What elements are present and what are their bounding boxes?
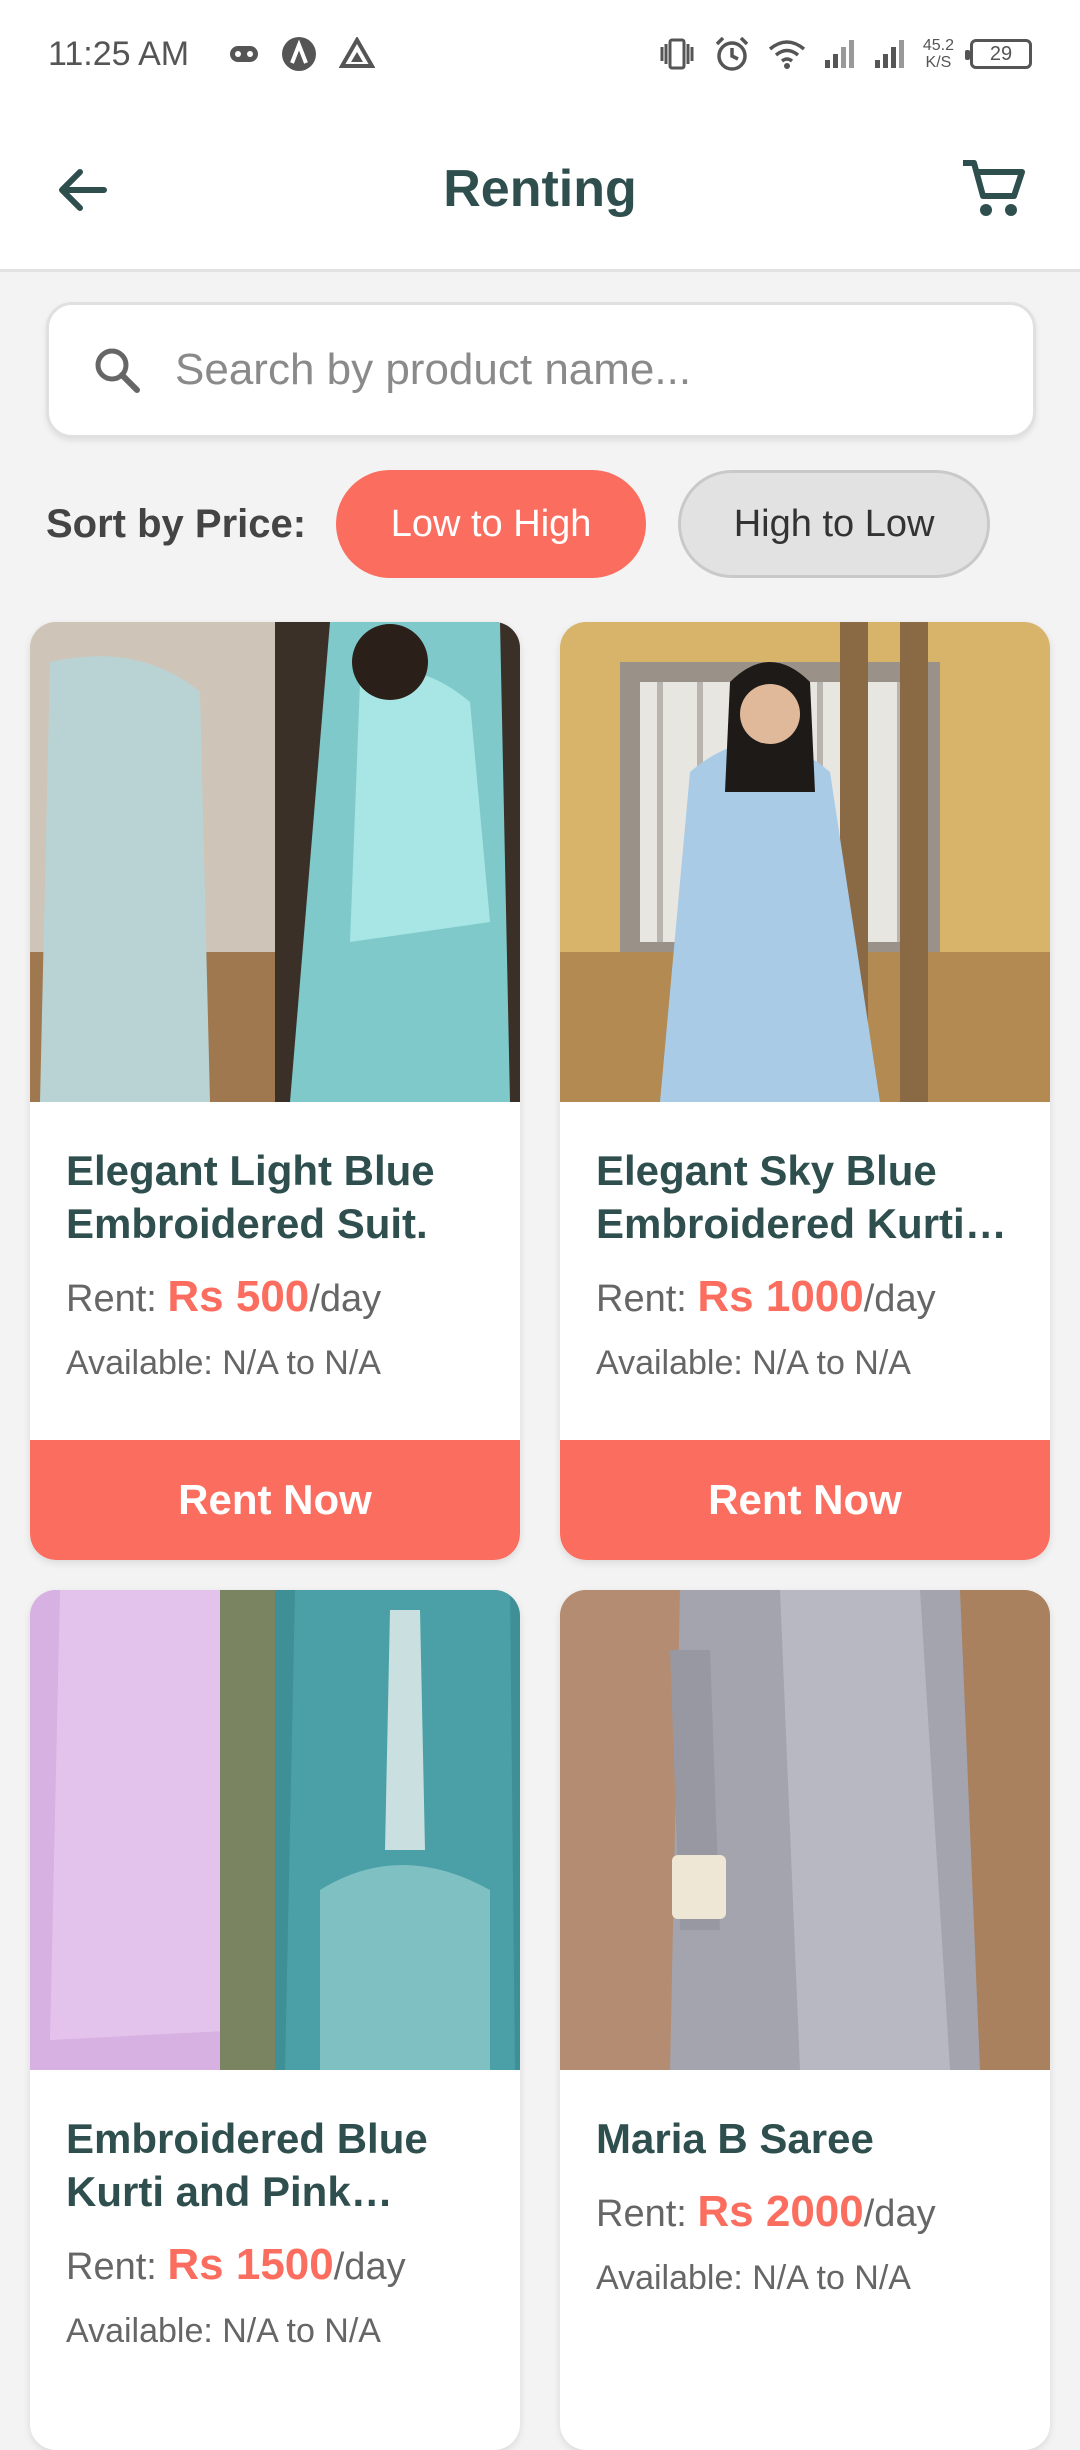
sort-low-to-high-button[interactable]: Low to High — [336, 470, 647, 578]
product-image[interactable] — [560, 622, 1050, 1102]
sort-high-to-low-button[interactable]: High to Low — [678, 470, 991, 578]
product-image[interactable] — [560, 1590, 1050, 2070]
search-icon — [89, 342, 145, 398]
availability-text: Available: N/A to N/A — [596, 1344, 911, 1382]
drive-icon — [339, 37, 376, 71]
product-title: Elegant Sky Blue Embroidered Kurti with … — [596, 1147, 965, 1247]
product-card[interactable]: Maria B Saree Rent: Rs 2000/day Availabl… — [560, 1590, 1050, 2450]
rent-label: Rent: — [596, 2193, 698, 2235]
rent-label: Rent: — [596, 1278, 698, 1320]
search-input[interactable] — [175, 345, 995, 395]
sort-row: Sort by Price: Low to High High to Low — [46, 470, 991, 578]
gamepad-icon — [229, 43, 259, 65]
per-day-label: /day — [333, 2246, 406, 2288]
product-card[interactable]: Elegant Sky Blue Embroidered Kurti with … — [560, 622, 1050, 1560]
battery-indicator: 29 — [965, 39, 1032, 69]
rent-price: Rs 1500 — [167, 2240, 334, 2289]
per-day-label: /day — [309, 1278, 382, 1320]
status-system-icons: 45.2 K/S 29 — [657, 35, 1032, 73]
net-speed-unit: K/S — [925, 54, 952, 71]
product-title: Elegant Light Blue Embroidered Suit. — [66, 1147, 435, 1247]
app-a-icon — [281, 36, 317, 72]
wifi-icon — [767, 38, 807, 70]
vibrate-icon — [657, 37, 697, 71]
rent-label: Rent: — [66, 1278, 168, 1320]
per-day-label: /day — [863, 1278, 936, 1320]
rent-line: Rent: Rs 1500/day — [66, 2240, 484, 2290]
availability-text: Available: N/A to N/A — [66, 1344, 381, 1382]
cart-button[interactable] — [956, 152, 1030, 226]
rent-line: Rent: Rs 1000/day — [596, 1272, 1014, 1322]
rent-label: Rent: — [66, 2246, 168, 2288]
availability-text: Available: N/A to N/A — [596, 2259, 911, 2297]
product-image[interactable] — [30, 622, 520, 1102]
rent-price: Rs 2000 — [697, 2187, 864, 2236]
app-bar: Renting — [0, 108, 1080, 272]
arrow-left-icon — [56, 168, 108, 212]
product-card[interactable]: Elegant Light Blue Embroidered Suit. Ren… — [30, 622, 520, 1560]
net-speed-value: 45.2 — [922, 37, 954, 54]
back-button[interactable] — [50, 158, 114, 222]
rent-line: Rent: Rs 500/day — [66, 1272, 484, 1322]
signal-icon-1 — [823, 38, 857, 70]
rent-price: Rs 1000 — [697, 1272, 864, 1321]
product-image[interactable] — [30, 1590, 520, 2070]
net-speed: 45.2 K/S — [923, 37, 954, 71]
rent-price: Rs 500 — [167, 1272, 310, 1321]
alarm-icon — [713, 35, 751, 73]
status-time: 11:25 AM — [48, 34, 190, 73]
status-notification-icons — [229, 36, 376, 72]
search-bar — [46, 302, 1036, 438]
sort-label: Sort by Price: — [46, 501, 307, 546]
signal-icon-2 — [873, 38, 907, 70]
rent-line: Rent: Rs 2000/day — [596, 2187, 1014, 2237]
cart-icon — [960, 158, 1026, 220]
status-bar: 11:25 AM 45.2 K/S 29 — [0, 0, 1080, 108]
page-title: Renting — [443, 159, 637, 218]
product-title: Embroidered Blue Kurti and Pink Beaded D… — [66, 2115, 428, 2215]
rent-now-button[interactable]: Rent Now — [30, 1440, 520, 1560]
rent-now-button[interactable]: Rent Now — [560, 1440, 1050, 1560]
product-title: Maria B Saree — [596, 2115, 874, 2162]
product-card[interactable]: Embroidered Blue Kurti and Pink Beaded D… — [30, 1590, 520, 2450]
availability-text: Available: N/A to N/A — [66, 2312, 381, 2350]
per-day-label: /day — [863, 2193, 936, 2235]
